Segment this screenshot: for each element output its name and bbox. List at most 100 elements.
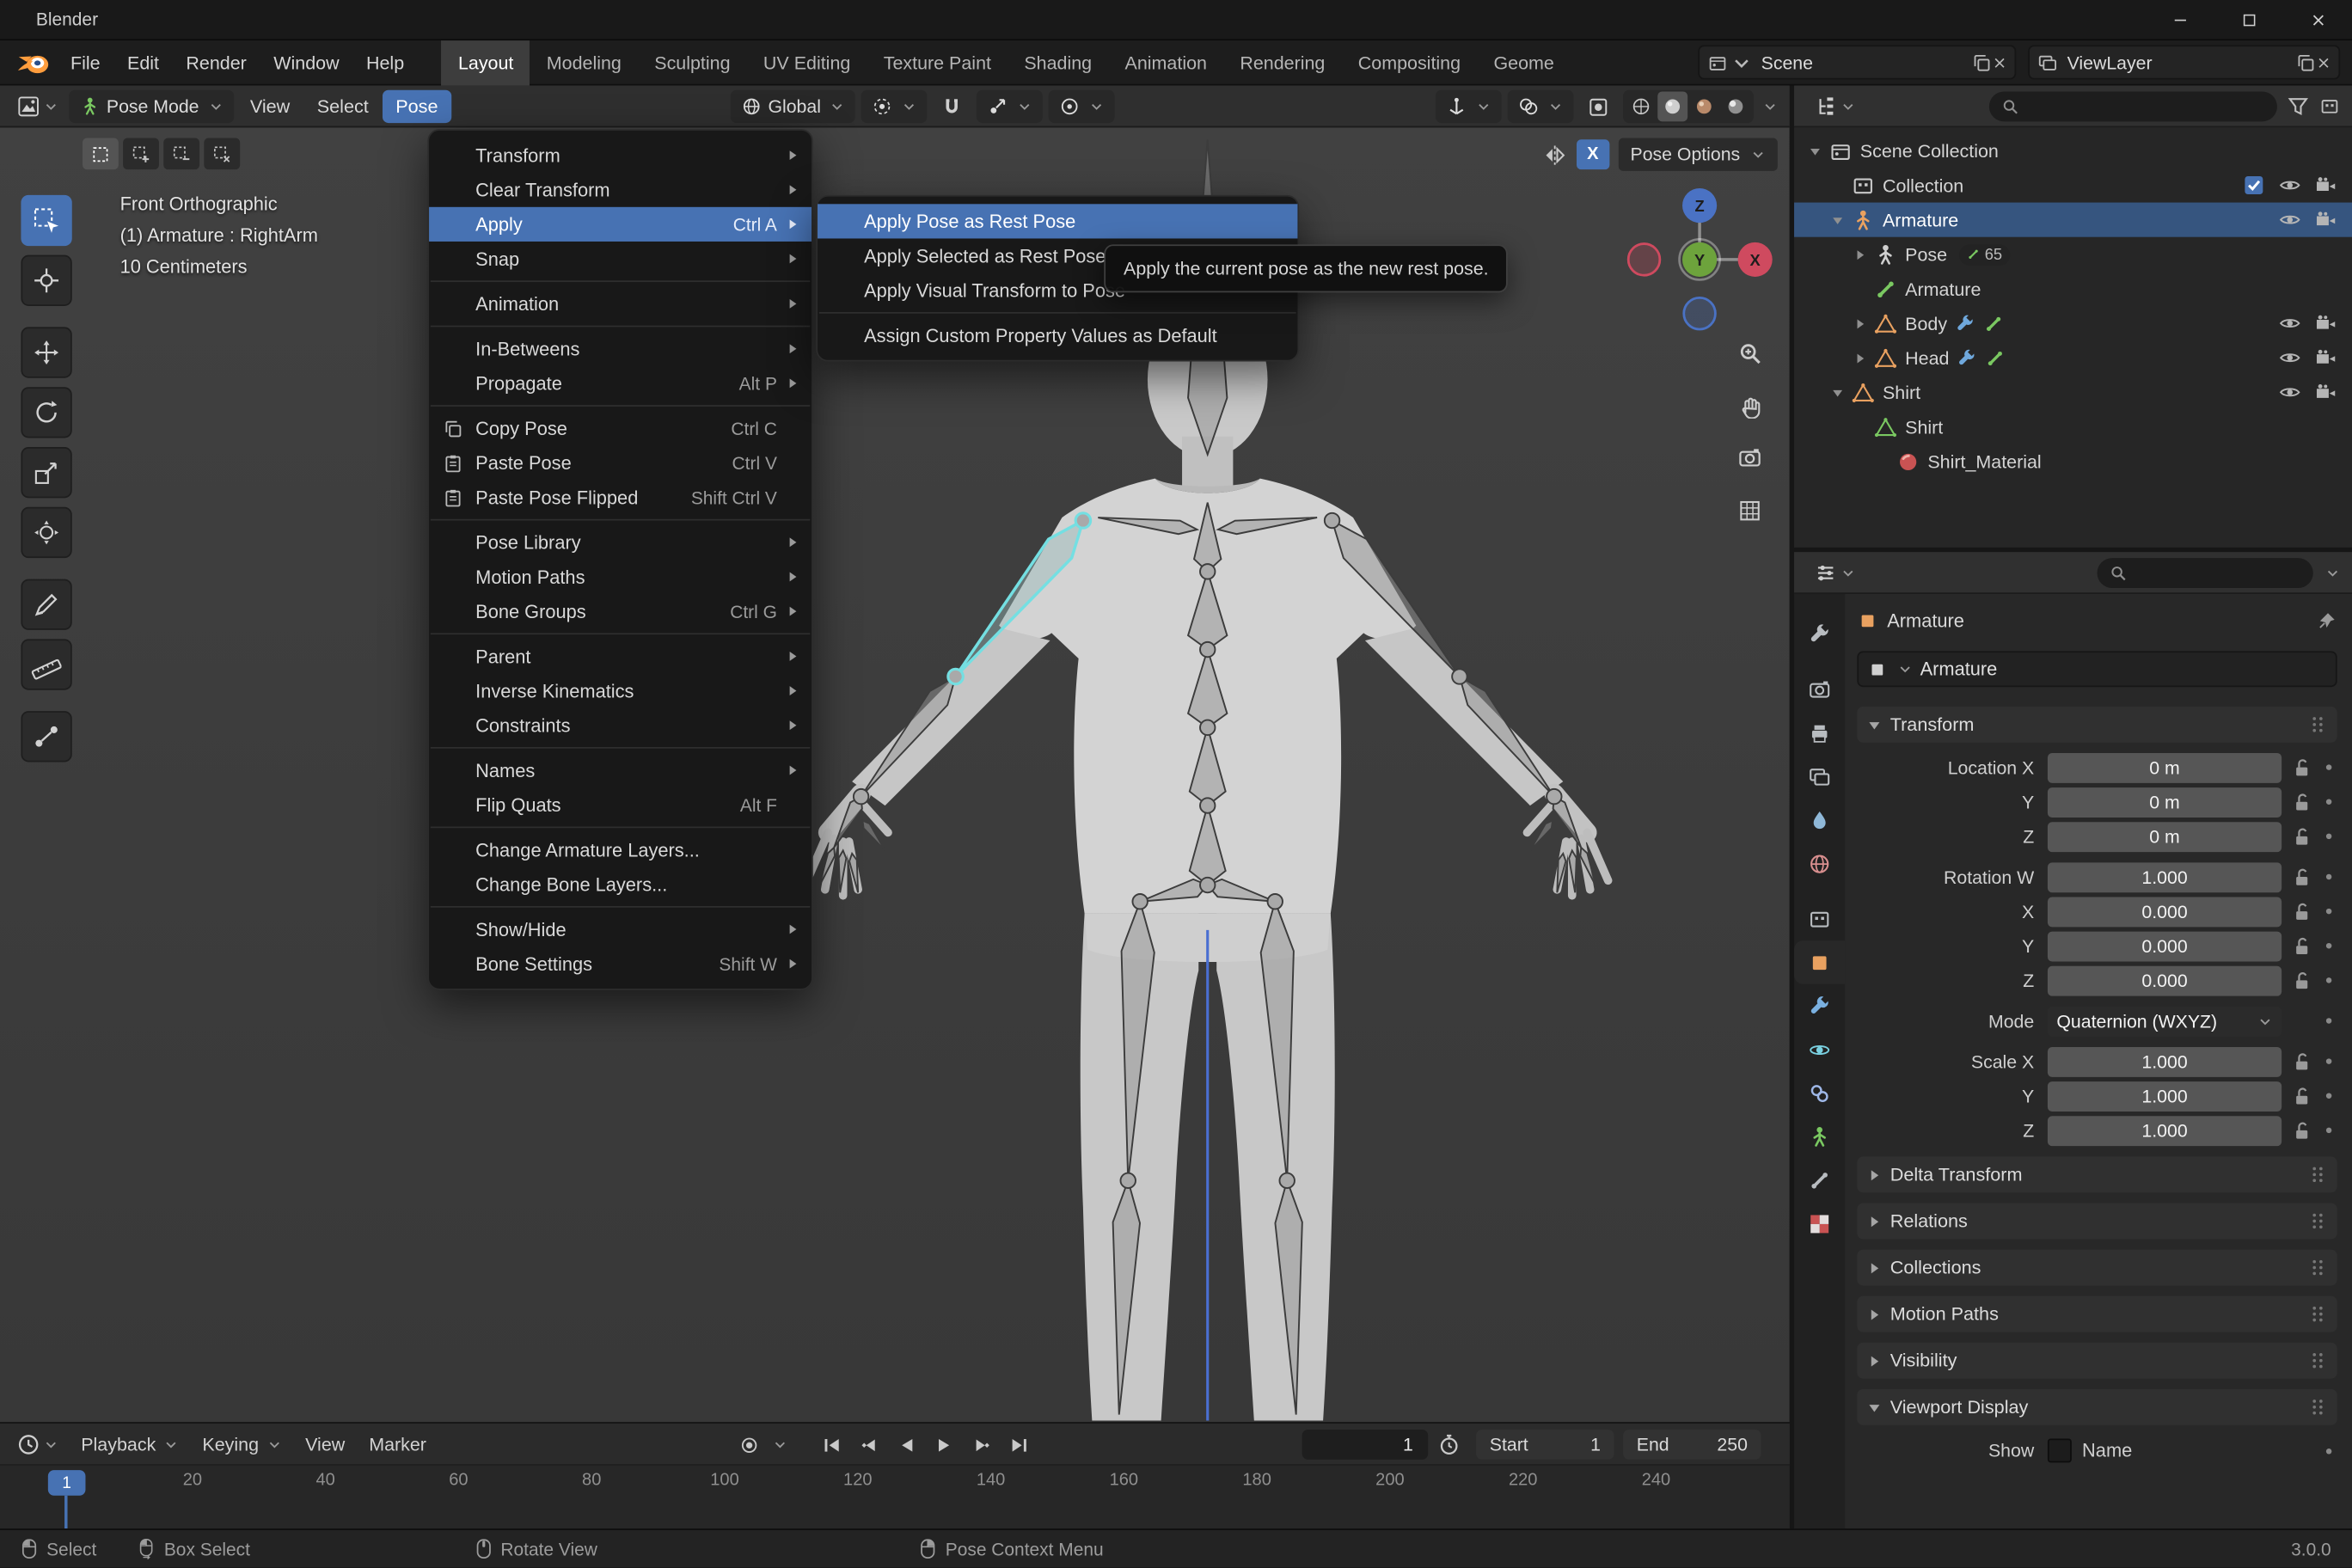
shading-solid-button[interactable] bbox=[1657, 91, 1688, 122]
properties-tab-texture[interactable] bbox=[1794, 1202, 1845, 1246]
pose-menu-item-change-armature-layers[interactable]: Change Armature Layers... bbox=[429, 832, 812, 867]
close-button[interactable] bbox=[2283, 0, 2352, 39]
navigation-gizmo[interactable]: Z X Y bbox=[1614, 169, 1787, 342]
drag-handle-icon[interactable] bbox=[2307, 714, 2328, 735]
timeline-menu-playback[interactable]: Playback bbox=[69, 1428, 190, 1461]
selmode-sub-button[interactable] bbox=[163, 138, 200, 170]
pose-menu-item-snap[interactable]: Snap bbox=[429, 242, 812, 276]
tool-rotate-button[interactable] bbox=[21, 387, 72, 438]
pose-menu-item-in-betweens[interactable]: In-Betweens bbox=[429, 332, 812, 366]
pose-options-dropdown[interactable]: Pose Options bbox=[1618, 138, 1778, 171]
outliner-row-body[interactable]: Body bbox=[1794, 306, 2352, 340]
pose-menu-item-bone-groups[interactable]: Bone Groups Ctrl G bbox=[429, 594, 812, 628]
mirror-x-toggle[interactable]: X bbox=[1576, 139, 1610, 170]
outliner-search[interactable] bbox=[1988, 90, 2277, 121]
section-motion-paths[interactable]: Motion Paths bbox=[1857, 1295, 2337, 1332]
timeline-menu-view[interactable]: View bbox=[293, 1428, 357, 1461]
remove-icon[interactable] bbox=[2316, 55, 2331, 70]
viewport-menu-view[interactable]: View bbox=[236, 90, 303, 123]
menu-help[interactable]: Help bbox=[352, 40, 418, 84]
pose-menu-item-parent[interactable]: Parent bbox=[429, 639, 812, 673]
pose-menu-item-bone-settings[interactable]: Bone Settings Shift W bbox=[429, 946, 812, 981]
tool-scale-button[interactable] bbox=[21, 447, 72, 499]
viewlayer-selector[interactable]: ViewLayer bbox=[2028, 45, 2341, 80]
workspace-tab-sculpting[interactable]: Sculpting bbox=[638, 40, 747, 84]
outliner-row-head[interactable]: Head bbox=[1794, 340, 2352, 375]
collapse-icon[interactable] bbox=[1826, 211, 1850, 229]
properties-tab-render[interactable] bbox=[1794, 668, 1845, 712]
play-reverse-button[interactable] bbox=[890, 1428, 924, 1461]
pose-menu-item-animation[interactable]: Animation bbox=[429, 286, 812, 321]
outliner-row-pose[interactable]: Pose 65 bbox=[1794, 237, 2352, 272]
pivot-dropdown[interactable] bbox=[861, 89, 928, 124]
selmode-int-button[interactable] bbox=[204, 138, 241, 170]
properties-editor-type-button[interactable] bbox=[1806, 556, 1863, 589]
mode-dropdown[interactable]: Quaternion (WXYZ) bbox=[2047, 1006, 2282, 1036]
properties-search-input[interactable] bbox=[2135, 560, 2301, 585]
section-visibility[interactable]: Visibility bbox=[1857, 1342, 2337, 1379]
expand-icon[interactable] bbox=[1848, 349, 1872, 367]
playhead[interactable]: 1 bbox=[47, 1470, 86, 1496]
value-field[interactable]: 0 m bbox=[2047, 821, 2282, 852]
editor-type-button[interactable] bbox=[9, 90, 65, 123]
expand-icon[interactable] bbox=[1848, 245, 1872, 263]
pin-icon[interactable] bbox=[2316, 610, 2337, 631]
auto-key-button[interactable] bbox=[732, 1428, 767, 1461]
pose-menu-item-paste-pose[interactable]: Paste Pose Ctrl V bbox=[429, 445, 812, 480]
snap-dropdown[interactable] bbox=[977, 89, 1044, 124]
pose-menu-item-flip-quats[interactable]: Flip Quats Alt F bbox=[429, 787, 812, 822]
properties-search[interactable] bbox=[2097, 557, 2313, 588]
properties-tab-bone[interactable] bbox=[1794, 1158, 1845, 1202]
section-delta-transform[interactable]: Delta Transform bbox=[1857, 1156, 2337, 1193]
prev-keyframe-button[interactable] bbox=[852, 1428, 886, 1461]
gridicon-button[interactable] bbox=[1728, 489, 1770, 531]
pose-menu-item-propagate[interactable]: Propagate Alt P bbox=[429, 366, 812, 401]
properties-tab-constraint[interactable] bbox=[1794, 1071, 1845, 1115]
outliner-options-icon[interactable] bbox=[2319, 95, 2340, 116]
viewport-display-panel-header[interactable]: Viewport Display bbox=[1857, 1388, 2337, 1425]
timeline-menu-marker[interactable]: Marker bbox=[357, 1428, 438, 1461]
pose-menu-item-constraints[interactable]: Constraints bbox=[429, 708, 812, 743]
axis-neg-z[interactable] bbox=[1682, 296, 1717, 331]
timeline-ruler[interactable]: 20 40 60 80 100 120 140 160 180 200 220 240 1 bbox=[0, 1465, 1790, 1529]
tool-move-button[interactable] bbox=[21, 327, 72, 378]
shading-options-chevron-icon[interactable] bbox=[1762, 99, 1777, 113]
value-field[interactable]: 1.000 bbox=[2047, 1115, 2282, 1146]
properties-options-chevron-icon[interactable] bbox=[2325, 565, 2340, 579]
outliner-row-scene-collection[interactable]: Scene Collection bbox=[1794, 133, 2352, 168]
outliner-row-collection[interactable]: Collection bbox=[1794, 168, 2352, 202]
outliner-row-armature[interactable]: Armature bbox=[1794, 202, 2352, 237]
scene-selector[interactable]: Scene bbox=[1698, 45, 2017, 80]
properties-tab-world[interactable] bbox=[1794, 842, 1845, 885]
preview-range-icon[interactable] bbox=[1437, 1432, 1461, 1456]
transform-panel-header[interactable]: Transform bbox=[1857, 706, 2337, 743]
workspace-tab-geome[interactable]: Geome bbox=[1477, 40, 1571, 84]
outliner-search-input[interactable] bbox=[2026, 94, 2265, 118]
timeline-menu-keying[interactable]: Keying bbox=[190, 1428, 293, 1461]
properties-tab-collection[interactable] bbox=[1794, 897, 1845, 941]
gizmos-dropdown[interactable] bbox=[1435, 89, 1502, 124]
outliner-editor-type-button[interactable] bbox=[1806, 89, 1863, 122]
value-field[interactable]: 0.000 bbox=[2047, 896, 2282, 927]
camback-button[interactable] bbox=[1728, 437, 1770, 479]
axis-neg-x[interactable] bbox=[1626, 242, 1662, 277]
pose-menu-item-paste-pose-flipped[interactable]: Paste Pose Flipped Shift Ctrl V bbox=[429, 480, 812, 514]
start-frame-field[interactable]: Start 1 bbox=[1476, 1429, 1614, 1460]
mode-dropdown[interactable]: Pose Mode bbox=[69, 89, 234, 124]
xray-toggle[interactable] bbox=[1579, 90, 1617, 123]
scene-name[interactable]: Scene bbox=[1761, 52, 1963, 72]
blender-logo-icon[interactable] bbox=[15, 49, 51, 76]
pose-menu-item-names[interactable]: Names bbox=[429, 753, 812, 787]
outliner-row-shirt-material[interactable]: Shirt_Material bbox=[1794, 444, 2352, 479]
properties-tab-tool[interactable] bbox=[1794, 612, 1845, 656]
shading-material-button[interactable] bbox=[1689, 91, 1719, 121]
pose-menu-item-show-hide[interactable]: Show/Hide bbox=[429, 912, 812, 946]
properties-tab-modifier[interactable] bbox=[1794, 984, 1845, 1028]
drag-handle-icon[interactable] bbox=[2307, 1397, 2328, 1418]
expand-icon[interactable] bbox=[1848, 315, 1872, 333]
value-field[interactable]: 1.000 bbox=[2047, 1046, 2282, 1077]
filter-icon[interactable] bbox=[2286, 94, 2310, 118]
workspace-tab-uv-editing[interactable]: UV Editing bbox=[747, 40, 867, 84]
breadcrumb-object-name[interactable]: Armature bbox=[1887, 610, 1964, 631]
value-field[interactable]: 1.000 bbox=[2047, 861, 2282, 892]
